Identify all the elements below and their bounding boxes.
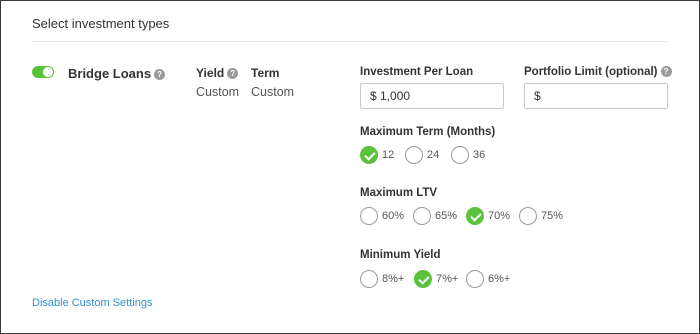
help-icon[interactable]: ? (660, 66, 672, 77)
settings-panel: Select investment types Bridge Loans? Yi… (0, 0, 700, 334)
option-label: 7%+ (436, 273, 459, 285)
yield-label: Yield (196, 66, 225, 80)
disable-custom-settings-link[interactable]: Disable Custom Settings (32, 297, 152, 309)
radio-icon[interactable] (405, 146, 423, 164)
maximum-ltv-label: Maximum LTV (360, 187, 438, 199)
help-icon[interactable]: ? (154, 69, 166, 80)
radio-icon[interactable] (360, 270, 378, 288)
section-divider (32, 41, 668, 42)
help-icon[interactable]: ? (227, 68, 239, 79)
term-option-24[interactable]: 24 (405, 146, 439, 164)
portfolio-limit-header: Portfolio Limit (optional)? (524, 66, 672, 78)
ltv-option-75[interactable]: 75% (519, 207, 563, 225)
portfolio-limit-input[interactable]: $ (524, 83, 668, 109)
radio-checked-icon[interactable] (360, 146, 378, 164)
radio-icon[interactable] (466, 270, 484, 288)
option-label: 6%+ (488, 273, 511, 285)
radio-icon[interactable] (451, 146, 469, 164)
yield-option-8[interactable]: 8%+ (360, 270, 404, 288)
ltv-option-70[interactable]: 70% (466, 207, 510, 225)
section-title: Select investment types (32, 16, 170, 31)
maximum-term-label: Maximum Term (Months) (360, 126, 496, 138)
yield-header: Yield? (196, 66, 239, 80)
investment-per-loan-input[interactable]: $ 1,000 (360, 83, 504, 109)
option-label: 75% (541, 210, 564, 222)
portfolio-limit-label: Portfolio Limit (optional) (524, 66, 658, 78)
term-header: Term (251, 66, 280, 80)
product-name: Bridge Loans? (68, 66, 166, 81)
yield-option-6[interactable]: 6%+ (466, 270, 510, 288)
minimum-yield-label: Minimum Yield (360, 249, 441, 261)
radio-icon[interactable] (413, 207, 431, 225)
option-label: 60% (382, 210, 405, 222)
product-name-label: Bridge Loans (68, 66, 152, 81)
radio-checked-icon[interactable] (466, 207, 484, 225)
toggle-knob (43, 67, 53, 77)
yield-value: Custom (196, 85, 240, 99)
investment-per-loan-label: Investment Per Loan (360, 66, 474, 78)
radio-icon[interactable] (519, 207, 537, 225)
option-label: 8%+ (382, 273, 405, 285)
option-label: 24 (427, 149, 440, 161)
ltv-option-60[interactable]: 60% (360, 207, 404, 225)
option-label: 36 (473, 149, 486, 161)
option-label: 12 (382, 149, 395, 161)
term-value: Custom (251, 85, 295, 99)
option-label: 65% (435, 210, 458, 222)
radio-checked-icon[interactable] (414, 270, 432, 288)
radio-icon[interactable] (360, 207, 378, 225)
option-label: 70% (488, 210, 511, 222)
term-option-36[interactable]: 36 (451, 146, 485, 164)
term-option-12[interactable]: 12 (360, 146, 394, 164)
yield-option-7[interactable]: 7%+ (414, 270, 458, 288)
bridge-loans-toggle[interactable] (32, 66, 54, 78)
ltv-option-65[interactable]: 65% (413, 207, 457, 225)
